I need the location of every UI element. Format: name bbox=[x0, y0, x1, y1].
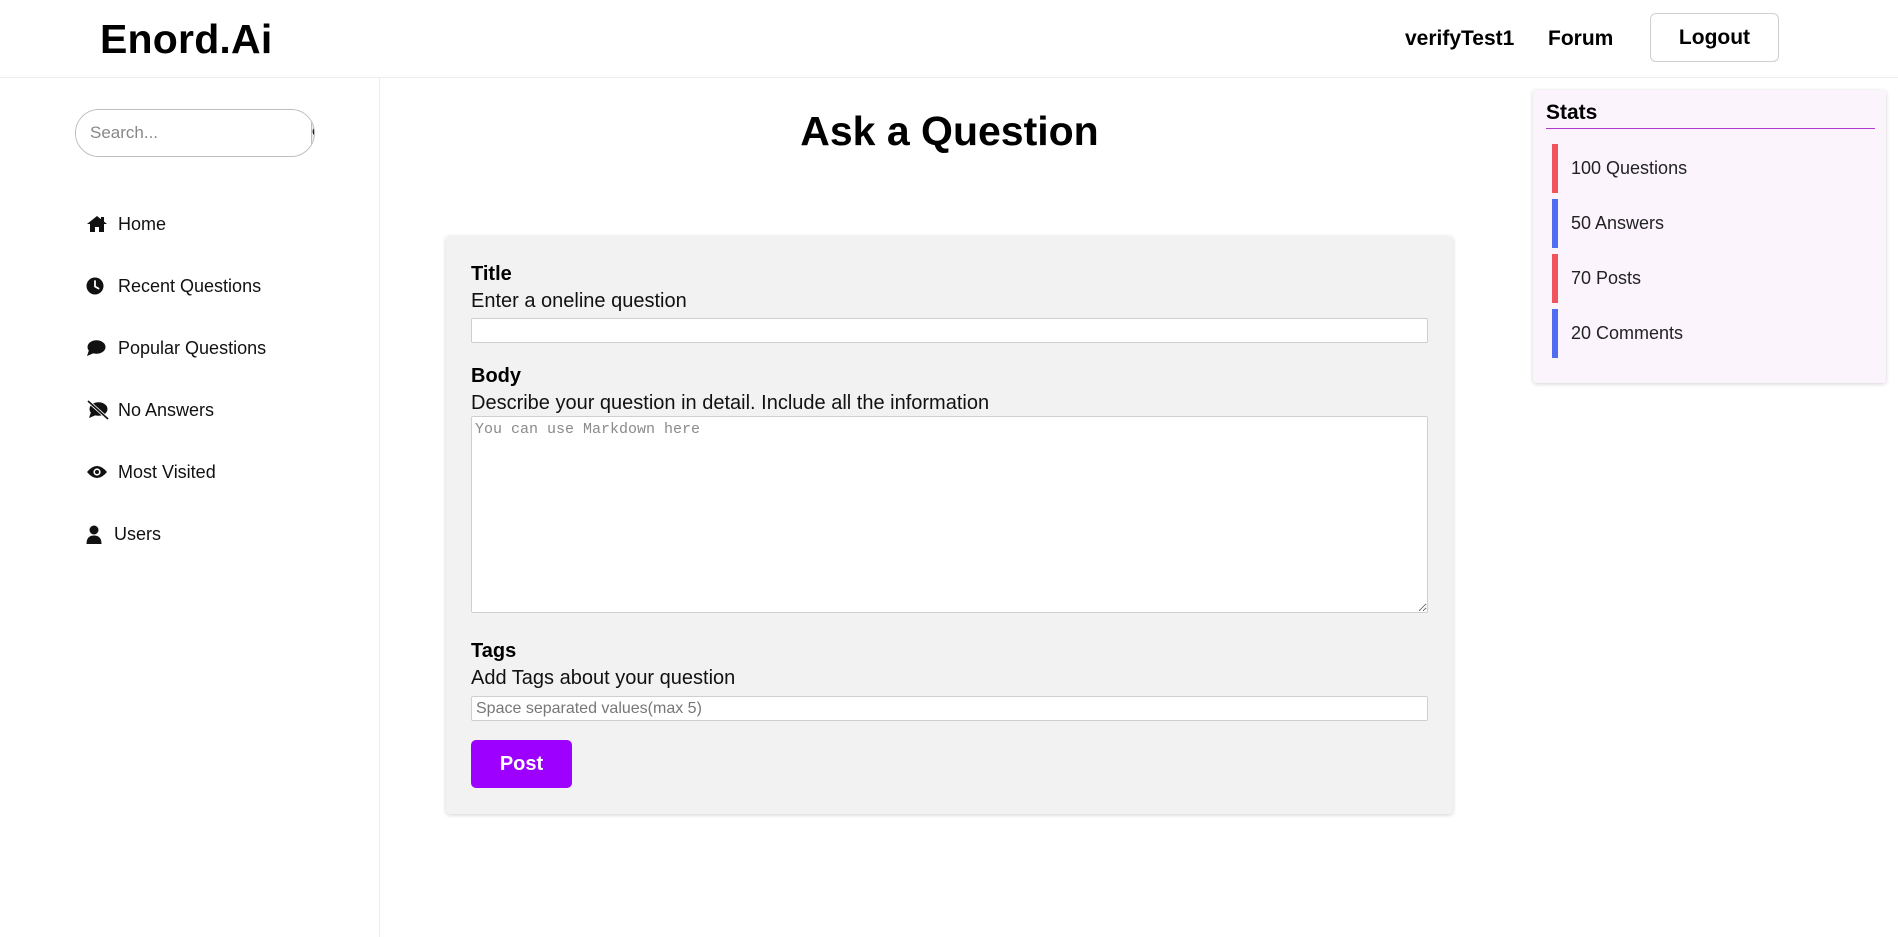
left-sidebar: Home Recent Questions Popular Questions bbox=[0, 78, 380, 937]
sidebar-item-label: Users bbox=[114, 523, 162, 544]
sidebar-item-most-visited[interactable]: Most Visited bbox=[86, 441, 266, 503]
tags-description: Add Tags about your question bbox=[471, 667, 736, 689]
stat-accent-bar bbox=[1552, 144, 1558, 193]
post-button[interactable]: Post bbox=[471, 740, 572, 788]
brand-logo[interactable]: Enord.Ai bbox=[100, 16, 272, 63]
title-input[interactable] bbox=[471, 318, 1428, 343]
page-title: Ask a Question bbox=[800, 108, 1099, 154]
eye-icon bbox=[86, 464, 116, 480]
sidebar-item-label: Popular Questions bbox=[118, 337, 267, 358]
stat-accent-bar bbox=[1552, 254, 1558, 303]
comment-slash-icon bbox=[86, 400, 116, 420]
stat-text: 50 Answers bbox=[1571, 213, 1665, 233]
ask-question-form: Title Enter a oneline question Body Desc… bbox=[446, 236, 1453, 814]
nav-username-link[interactable]: verifyTest1 bbox=[1405, 27, 1514, 51]
sidebar-item-no-answers[interactable]: No Answers bbox=[86, 379, 266, 441]
stats-title: Stats bbox=[1546, 101, 1875, 129]
title-label: Title bbox=[471, 263, 512, 285]
title-description: Enter a oneline question bbox=[471, 290, 687, 312]
body-textarea[interactable] bbox=[471, 416, 1428, 613]
sidebar-item-label: No Answers bbox=[118, 399, 215, 420]
search-icon bbox=[312, 127, 314, 136]
sidebar-item-recent-questions[interactable]: Recent Questions bbox=[86, 255, 266, 317]
search-box bbox=[75, 109, 315, 157]
stat-item-comments: 20 Comments bbox=[1552, 309, 1852, 358]
stat-item-answers: 50 Answers bbox=[1552, 199, 1852, 248]
tags-input[interactable] bbox=[471, 696, 1428, 721]
stat-item-questions: 100 Questions bbox=[1552, 144, 1852, 193]
tags-label: Tags bbox=[471, 640, 517, 662]
sidebar-item-label: Most Visited bbox=[118, 461, 216, 482]
sidebar-item-home[interactable]: Home bbox=[86, 193, 266, 255]
sidebar-item-users[interactable]: Users bbox=[86, 503, 266, 565]
body-label: Body bbox=[471, 365, 521, 387]
top-navbar: Enord.Ai verifyTest1 Forum Logout bbox=[0, 0, 1898, 78]
stat-item-posts: 70 Posts bbox=[1552, 254, 1852, 303]
sidebar-item-label: Home bbox=[118, 213, 167, 234]
logout-button[interactable]: Logout bbox=[1650, 13, 1779, 62]
stat-text: 20 Comments bbox=[1571, 323, 1684, 343]
user-icon bbox=[86, 525, 112, 544]
search-input[interactable] bbox=[76, 110, 311, 156]
sidebar-item-popular-questions[interactable]: Popular Questions bbox=[86, 317, 266, 379]
stats-card: Stats 100 Questions 50 Answers 70 Posts … bbox=[1533, 90, 1886, 383]
sidebar-item-label: Recent Questions bbox=[118, 275, 262, 296]
stat-text: 70 Posts bbox=[1571, 268, 1642, 288]
stat-accent-bar bbox=[1552, 309, 1558, 358]
comment-icon bbox=[86, 339, 116, 357]
nav-forum-link[interactable]: Forum bbox=[1548, 27, 1613, 51]
right-sidebar: Stats 100 Questions 50 Answers 70 Posts … bbox=[1519, 78, 1898, 937]
clock-icon bbox=[86, 277, 116, 295]
body-description: Describe your question in detail. Includ… bbox=[471, 392, 990, 414]
home-icon bbox=[86, 215, 116, 233]
stat-accent-bar bbox=[1552, 199, 1558, 248]
sidebar-nav: Home Recent Questions Popular Questions bbox=[86, 193, 266, 565]
stat-text: 100 Questions bbox=[1571, 158, 1688, 178]
search-button[interactable] bbox=[311, 110, 314, 156]
